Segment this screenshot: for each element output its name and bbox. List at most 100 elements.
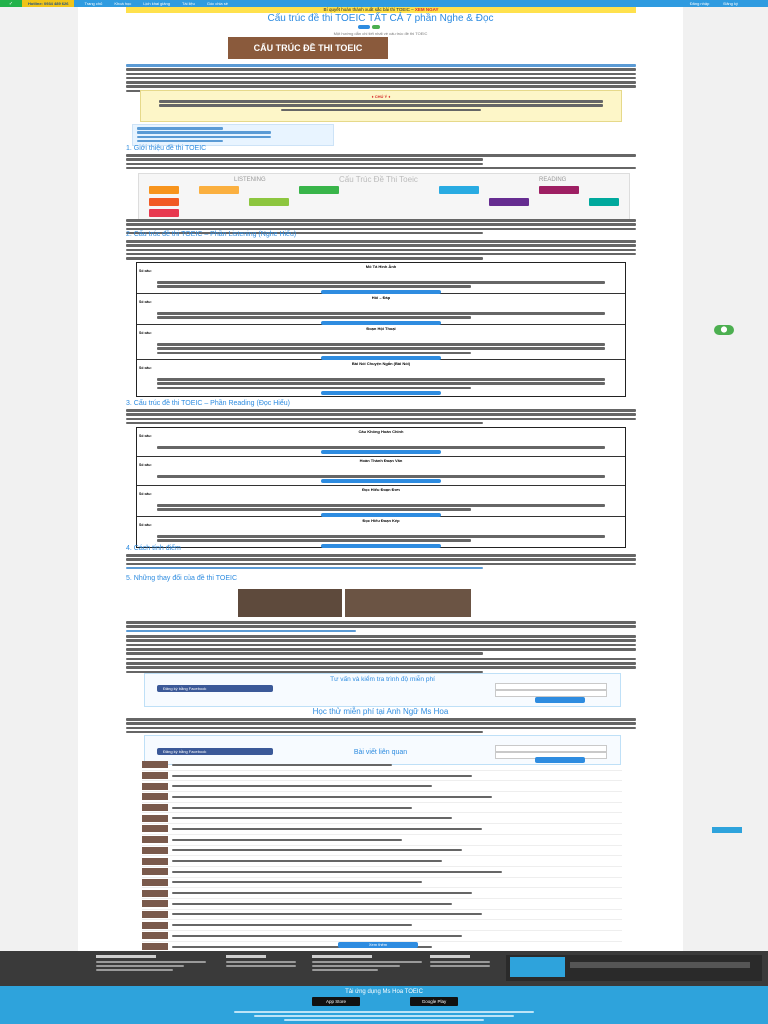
promo-text-block [126,718,636,735]
menu-item-home[interactable]: Trang chủ [84,1,102,6]
promo-heading: Học thử miễn phí tại Anh Ngữ Ms Hoa [312,707,449,716]
list-item[interactable] [142,888,622,899]
article-thumbnail [142,921,168,929]
article-thumbnail [142,782,168,790]
article-thumbnail [142,836,168,844]
article-thumbnail [142,878,168,886]
toc-item[interactable] [137,139,224,143]
table-row-label: Số câu: [139,434,152,438]
practice-button[interactable] [321,479,441,484]
register-link[interactable]: Đăng ký [723,1,738,6]
google-play-button[interactable]: Google Play [410,997,458,1006]
table-row-label: Số câu: [139,523,152,527]
related-articles-list [142,760,622,953]
list-item[interactable] [142,899,622,910]
reading-structure-table: Câu Không Hoàn Chỉnh Số câu: Hoàn Thành … [136,427,626,548]
share-buttons [358,25,380,29]
footer-column [312,955,422,973]
table-row-label: Số câu: [139,463,152,467]
view-more-button[interactable]: Xem thêm [338,942,418,948]
table-of-contents [132,124,334,146]
practice-button[interactable] [321,450,441,455]
article-thumbnail [142,868,168,876]
list-item[interactable] [142,792,622,803]
menu-item-courses[interactable]: Khoá học [114,1,131,6]
menu-item-schedule[interactable]: Lịch khai giảng [143,1,170,6]
facebook-register-button[interactable]: Đăng ký bằng Facebook [157,685,273,692]
facebook-share-button[interactable] [358,25,370,29]
toc-item[interactable] [137,135,272,139]
table-row: Câu Không Hoàn Chỉnh Số câu: [137,428,625,457]
view-more-label: Xem thêm [368,942,388,947]
toc-item[interactable] [137,127,224,130]
page-title: Cấu trúc đề thi TOEIC TẤT CẢ 7 phần Nghe… [267,13,494,24]
list-item[interactable] [142,878,622,889]
chat-bubble-icon[interactable]: ⬤ [714,325,734,335]
phone-field[interactable] [495,690,607,697]
list-item[interactable] [142,846,622,857]
list-item[interactable] [142,910,622,921]
list-item[interactable] [142,835,622,846]
section-5-text [126,621,636,675]
footer-column [96,955,206,973]
main-menu: Trang chủ Khoá học Lịch khai giảng Tài l… [74,1,228,6]
list-item[interactable] [142,803,622,814]
login-link[interactable]: Đăng nhập [690,1,710,6]
practice-button[interactable] [321,289,441,294]
article-thumbnail [142,932,168,940]
consultation-form: Tư vấn và kiểm tra trình độ miễn phí Đăn… [144,673,621,707]
submit-button[interactable] [535,697,585,703]
listening-structure-table: Mô Tả Hình Ảnh Số câu: Hỏi – Đáp Số câu:… [136,262,626,397]
section-4-text [126,554,636,571]
top-navigation: ✓ Hotline: 0934 489 626 Trang chủ Khoá h… [0,0,768,7]
logo[interactable]: ✓ [0,0,22,7]
form-title: Tư vấn và kiểm tra trình độ miễn phí [330,676,435,683]
section-3-text [126,409,636,426]
article-thumbnail [142,804,168,812]
exam-photo [238,589,342,617]
list-item[interactable] [142,760,622,771]
list-item[interactable] [142,856,622,867]
list-item[interactable] [142,931,622,942]
list-item[interactable] [142,781,622,793]
article-thumbnail [142,900,168,908]
menu-item-blog[interactable]: Góc chia sẻ [207,1,228,6]
section-heading-1: 1. Giới thiệu đề thi TOEIC [126,145,207,152]
list-item[interactable] [142,813,622,825]
practice-button[interactable] [321,512,441,517]
account-links: Đăng nhập Đăng ký [690,1,768,6]
menu-item-materials[interactable]: Tài liệu [182,1,195,6]
article-thumbnail [142,825,168,833]
footer-column [430,955,490,969]
exam-photos [238,589,471,617]
article-thumbnail [142,889,168,897]
floating-contact-button[interactable] [712,827,742,833]
list-item[interactable] [142,920,622,931]
practice-button[interactable] [321,320,441,325]
hotline[interactable]: Hotline: 0934 489 626 [22,0,75,7]
toc-item[interactable] [137,131,272,134]
list-item[interactable] [142,824,622,835]
list-item[interactable] [142,867,622,878]
name-field[interactable] [495,683,607,690]
practice-button[interactable] [321,390,441,395]
facebook-page-widget[interactable] [506,955,762,981]
exam-photo [345,589,471,617]
table-row: Đọc Hiểu Đoạn Đơn Số câu: [137,486,625,517]
article-thumbnail [142,857,168,865]
table-row: Bài Nói Chuyện Ngắn (Bài Nói) Số câu: [137,360,625,396]
structure-infographic: LISTENING Cấu Trúc Đề Thi Toeic READING [138,173,630,221]
practice-button[interactable] [321,543,441,548]
app-store-button[interactable]: App Store [312,997,360,1006]
article-thumbnail [142,793,168,801]
share-button[interactable] [372,25,380,29]
infographic-reading-label: READING [539,177,567,183]
promo-text: Bí quyết hoàn thành xuất sắc bài thi TOE… [323,7,414,12]
section-1-text [126,154,636,171]
table-row: Mô Tả Hình Ảnh Số câu: [137,263,625,294]
chat-bubble-glyph: ⬤ [720,327,728,333]
table-row-label: Số câu: [139,331,152,335]
promo-highlight: XEM NGAY [414,7,439,12]
article-thumbnail [142,761,168,769]
list-item[interactable] [142,771,622,782]
